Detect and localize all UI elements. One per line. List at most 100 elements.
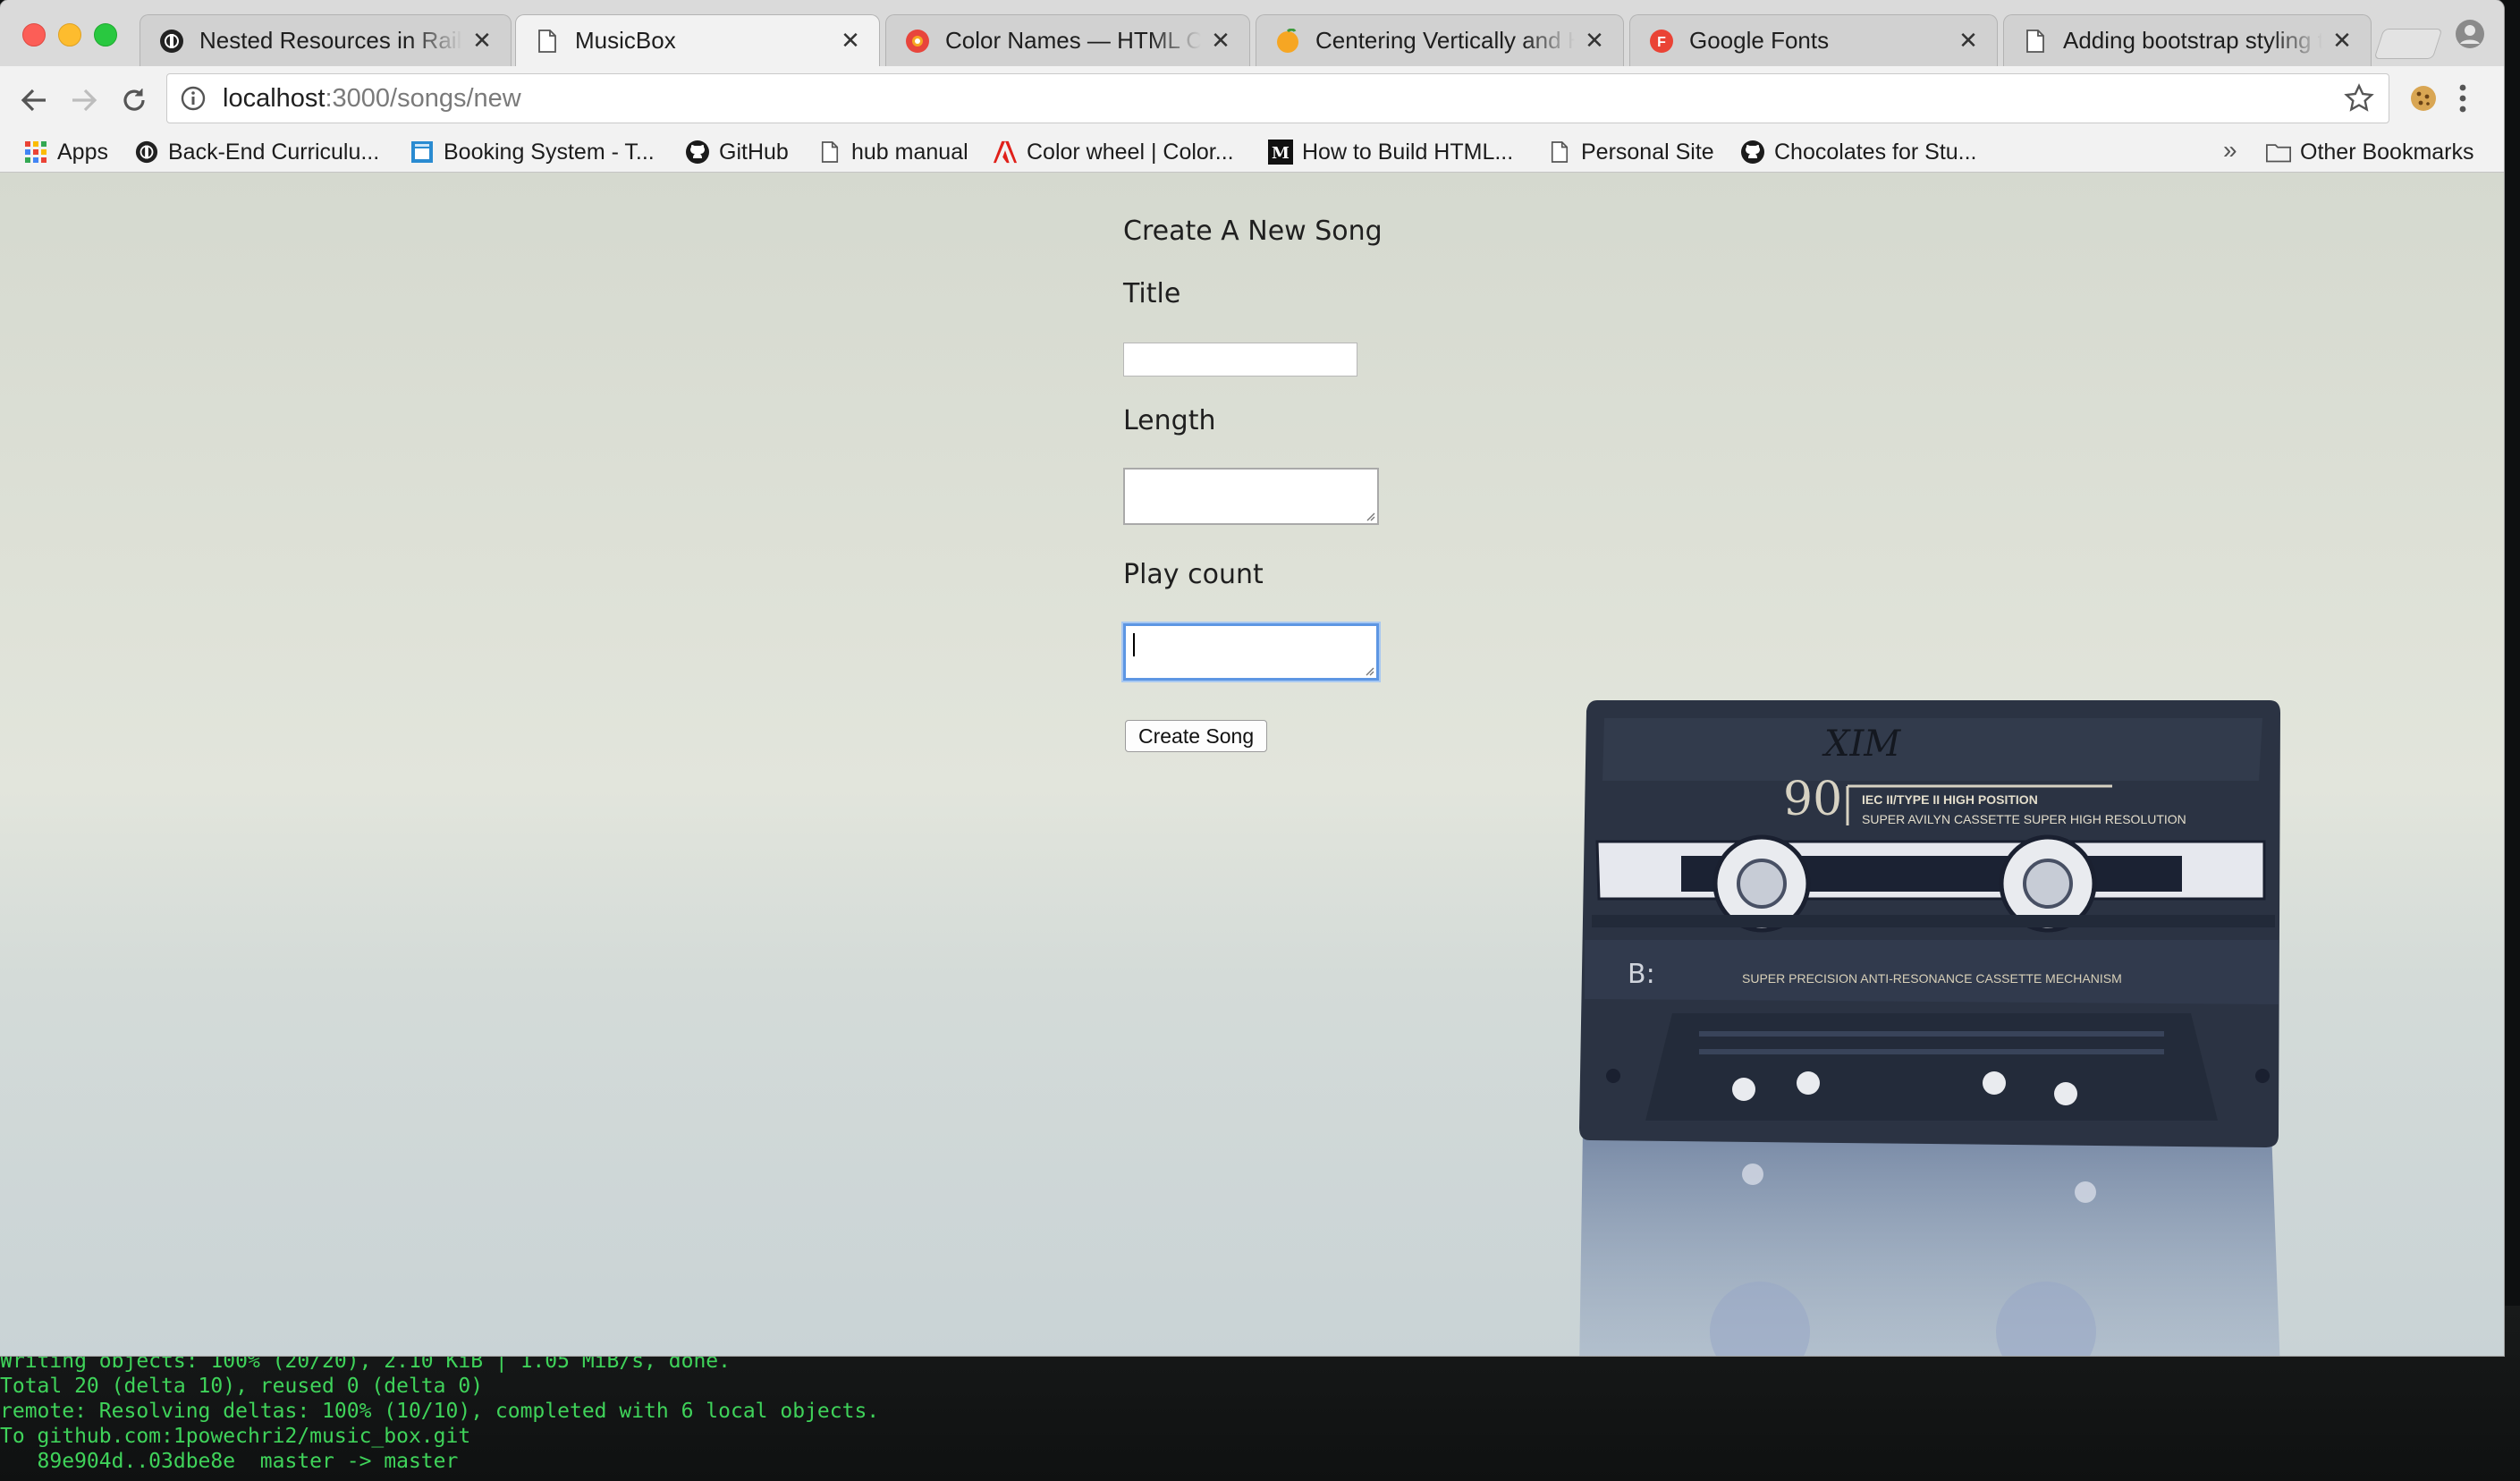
tab-color-names[interactable]: Color Names — HTML Color Codes ✕: [885, 14, 1250, 66]
cassette-number: 90: [1783, 773, 1842, 826]
bookmark-label: hub manual: [851, 139, 968, 165]
cassette-side-label: B:: [1628, 959, 1655, 990]
turing-icon: [134, 140, 159, 165]
google-fonts-icon: F: [1648, 28, 1675, 55]
cassette-sub-label: SUPER AVILYN CASSETTE SUPER HIGH RESOLUT…: [1862, 812, 2186, 826]
url-path: :3000/songs/new: [325, 83, 521, 113]
close-icon[interactable]: ✕: [1958, 27, 1979, 55]
fullscreen-window-button[interactable]: [94, 23, 117, 47]
tab-google-fonts[interactable]: F Google Fonts ✕: [1629, 14, 1998, 66]
url-host: localhost: [223, 83, 326, 113]
terminal-line: Total 20 (delta 10), reused 0 (delta 0): [0, 1375, 484, 1398]
cassette-handwriting: XIM: [1822, 724, 1901, 765]
turing-icon: [158, 28, 185, 55]
minimize-window-button[interactable]: [58, 23, 81, 47]
tab-centering[interactable]: Centering Vertically and Horizontally ✕: [1256, 14, 1624, 66]
close-icon[interactable]: ✕: [1584, 27, 1605, 55]
title-input[interactable]: [1123, 343, 1357, 377]
create-song-button[interactable]: Create Song: [1125, 720, 1268, 752]
forward-arrow-icon: [72, 89, 97, 112]
bookmarks-bar: Apps Back-End Curriculu... Booking Syste…: [0, 132, 2504, 173]
bookmark-label: Booking System - T...: [444, 139, 655, 165]
bookmark-label: Back-End Curriculu...: [168, 139, 380, 165]
github-icon: [1740, 140, 1765, 165]
tab-nested-resources[interactable]: Nested Resources in Rails ✕: [140, 14, 512, 66]
adobe-icon: [993, 140, 1018, 165]
document-icon: [1547, 140, 1572, 165]
length-label: Length: [1123, 405, 1216, 436]
forward-button[interactable]: [66, 82, 102, 118]
tab-strip: Nested Resources in Rails ✕ MusicBox ✕ C…: [0, 0, 2504, 67]
color-wheel-icon: [904, 28, 931, 55]
tab-label: Color Names — HTML Color Codes: [945, 27, 1201, 54]
bookmark-personal-site[interactable]: Personal Site: [1547, 132, 1714, 172]
bookmark-hub-manual[interactable]: hub manual: [817, 132, 968, 172]
bookmark-label: Color wheel | Color...: [1027, 139, 1234, 165]
tab-bootstrap-styling[interactable]: Adding bootstrap styling to ✕: [2003, 14, 2372, 66]
cookie-extension-icon[interactable]: [2407, 82, 2440, 114]
bookmark-label: GitHub: [719, 139, 789, 165]
address-bar[interactable]: localhost:3000/songs/new: [166, 73, 2389, 123]
apps-grid-icon: [23, 140, 48, 165]
bookmark-star-icon[interactable]: [2344, 83, 2374, 114]
cassette-mechanism-label: SUPER PRECISION ANTI-RESONANCE CASSETTE …: [1742, 971, 2122, 986]
document-icon: [817, 140, 842, 165]
close-icon[interactable]: ✕: [471, 27, 493, 55]
terminal-line: To github.com:1powechri2/music_box.git: [0, 1425, 471, 1448]
bookmark-label: Chocolates for Stu...: [1774, 139, 1977, 165]
tab-label: Google Fonts: [1689, 27, 1830, 54]
bookmark-label: How to Build HTML...: [1302, 139, 1514, 165]
document-icon: [2022, 28, 2049, 55]
bookmark-how-to-build-html[interactable]: M How to Build HTML...: [1268, 132, 1513, 172]
close-icon[interactable]: ✕: [1210, 27, 1231, 55]
other-bookmarks[interactable]: Other Bookmarks: [2266, 132, 2474, 172]
close-icon[interactable]: ✕: [2331, 27, 2353, 55]
new-tab-button[interactable]: [2373, 29, 2443, 59]
calendar-icon: [410, 140, 435, 165]
bookmark-back-end-curriculum[interactable]: Back-End Curriculu...: [134, 132, 379, 172]
profile-icon[interactable]: [2454, 18, 2486, 50]
more-bookmarks-chevron[interactable]: »: [2223, 136, 2237, 165]
tab-musicbox[interactable]: MusicBox ✕: [515, 14, 880, 66]
tab-label: Nested Resources in Rails: [199, 27, 462, 54]
resize-grip-icon[interactable]: [1364, 665, 1374, 676]
bookmark-color-wheel[interactable]: Color wheel | Color...: [993, 132, 1234, 172]
text-caret: [1133, 633, 1135, 656]
form-heading: Create A New Song: [1123, 216, 1383, 247]
page-viewport: XIM 90 IEC II/TYPE II HIGH POSITION SUPE…: [0, 173, 2504, 1356]
terminal-line: remote: Resolving deltas: 100% (10/10), …: [0, 1400, 880, 1423]
browser-window: Nested Resources in Rails ✕ MusicBox ✕ C…: [0, 0, 2504, 1356]
bookmark-label: Apps: [57, 139, 108, 165]
folder-icon: [2266, 140, 2291, 165]
bookmark-apps[interactable]: Apps: [23, 132, 108, 172]
svg-text:F: F: [1657, 35, 1666, 50]
github-icon: [685, 140, 710, 165]
reload-icon: [123, 89, 145, 111]
close-window-button[interactable]: [22, 23, 46, 47]
cassette-type-label: IEC II/TYPE II HIGH POSITION: [1862, 792, 2038, 807]
play-count-textarea[interactable]: [1123, 623, 1379, 681]
back-arrow-icon: [21, 89, 46, 112]
medium-icon: M: [1268, 140, 1293, 165]
resize-grip-icon[interactable]: [1365, 511, 1375, 521]
info-icon[interactable]: [180, 85, 207, 112]
terminal-line: 89e904d..03dbe8e master -> master: [0, 1450, 459, 1473]
cassette-tape-image: XIM 90 IEC II/TYPE II HIGH POSITION SUPE…: [1579, 700, 2280, 1356]
bookmark-label: Personal Site: [1581, 139, 1714, 165]
length-textarea[interactable]: [1123, 468, 1379, 525]
svg-text:M: M: [1272, 144, 1290, 163]
title-label: Title: [1123, 278, 1181, 309]
browser-toolbar: localhost:3000/songs/new: [0, 66, 2504, 132]
orange-icon: [1274, 28, 1301, 55]
bookmark-booking-system[interactable]: Booking System - T...: [410, 132, 655, 172]
document-icon: [534, 28, 561, 55]
tab-label: Centering Vertically and Horizontally: [1315, 27, 1575, 54]
tab-label: Adding bootstrap styling to: [2063, 27, 2322, 54]
tab-label: MusicBox: [575, 27, 676, 54]
bookmark-github[interactable]: GitHub: [685, 132, 789, 172]
kebab-menu-icon[interactable]: [2452, 80, 2473, 116]
reload-button[interactable]: [116, 82, 152, 118]
back-button[interactable]: [16, 82, 52, 118]
close-icon[interactable]: ✕: [840, 27, 861, 55]
bookmark-chocolates[interactable]: Chocolates for Stu...: [1740, 132, 1977, 172]
